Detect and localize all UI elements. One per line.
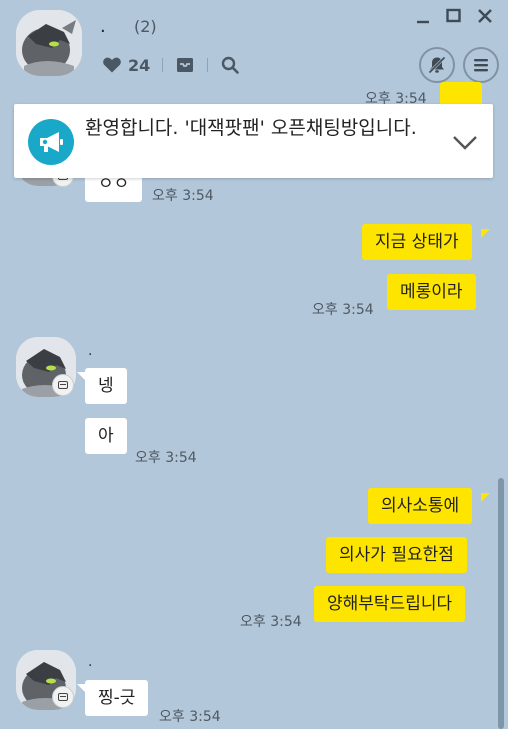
message-bubble[interactable]: 찡-긋: [85, 680, 149, 716]
bubble-tail: [77, 372, 86, 381]
bubble-tail: [481, 229, 490, 238]
message-time: 오후 3:54: [135, 450, 197, 466]
avatar-image: [16, 10, 82, 76]
bubble-tail: [77, 684, 86, 693]
menu-button[interactable]: [463, 47, 499, 83]
hamburger-icon: [474, 59, 488, 72]
message-time: 오후 3:54: [240, 614, 302, 630]
message-time: 오후 3:54: [152, 188, 214, 204]
member-count: (2): [134, 17, 157, 36]
message-time: 오후 3:54: [159, 709, 221, 725]
search-icon[interactable]: [220, 55, 240, 75]
notice-text: 환영합니다. '대잭팟팬' 오픈채팅방입니다.: [85, 117, 417, 139]
inbox-icon[interactable]: [175, 55, 195, 75]
message-bubble[interactable]: 지금 상태가: [362, 224, 472, 260]
message-bubble[interactable]: 메롱이라: [387, 274, 476, 310]
message-time: 오후 3:54: [312, 302, 374, 318]
chevron-down-icon[interactable]: [451, 128, 479, 156]
megaphone-icon: [28, 119, 74, 165]
message-bubble-partial[interactable]: [440, 82, 482, 106]
message-bubble[interactable]: 의사소통에: [368, 488, 473, 524]
message-bubble[interactable]: 아: [85, 418, 127, 454]
like-count: 24: [128, 55, 151, 75]
sender-name: .: [88, 343, 93, 359]
megaphone-shape: [40, 132, 63, 152]
message-bubble[interactable]: 의사가 필요한점: [326, 537, 467, 573]
maximize-icon[interactable]: [444, 6, 464, 26]
scrollbar[interactable]: [498, 478, 504, 729]
heart-icon[interactable]: [102, 55, 122, 75]
chat-header: . (2) 24: [0, 0, 508, 97]
bubble-tail: [481, 493, 490, 502]
chat-room-avatar[interactable]: [16, 10, 82, 76]
minimize-icon[interactable]: [414, 6, 434, 26]
header-actions: 24: [102, 54, 240, 76]
chat-title: .: [100, 16, 106, 37]
message-bubble[interactable]: 양해부탁드립니다: [314, 586, 466, 622]
sender-name: .: [88, 654, 93, 670]
bell-off-icon: [428, 56, 446, 74]
close-icon[interactable]: [475, 6, 495, 26]
profile-badge-icon: [52, 686, 74, 708]
divider: [207, 58, 209, 72]
message-bubble[interactable]: 넹: [85, 368, 127, 404]
notice-banner[interactable]: 환영합니다. '대잭팟팬' 오픈채팅방입니다.: [14, 104, 493, 178]
divider: [162, 58, 164, 72]
profile-badge-icon: [52, 374, 74, 396]
mute-button[interactable]: [419, 47, 455, 83]
